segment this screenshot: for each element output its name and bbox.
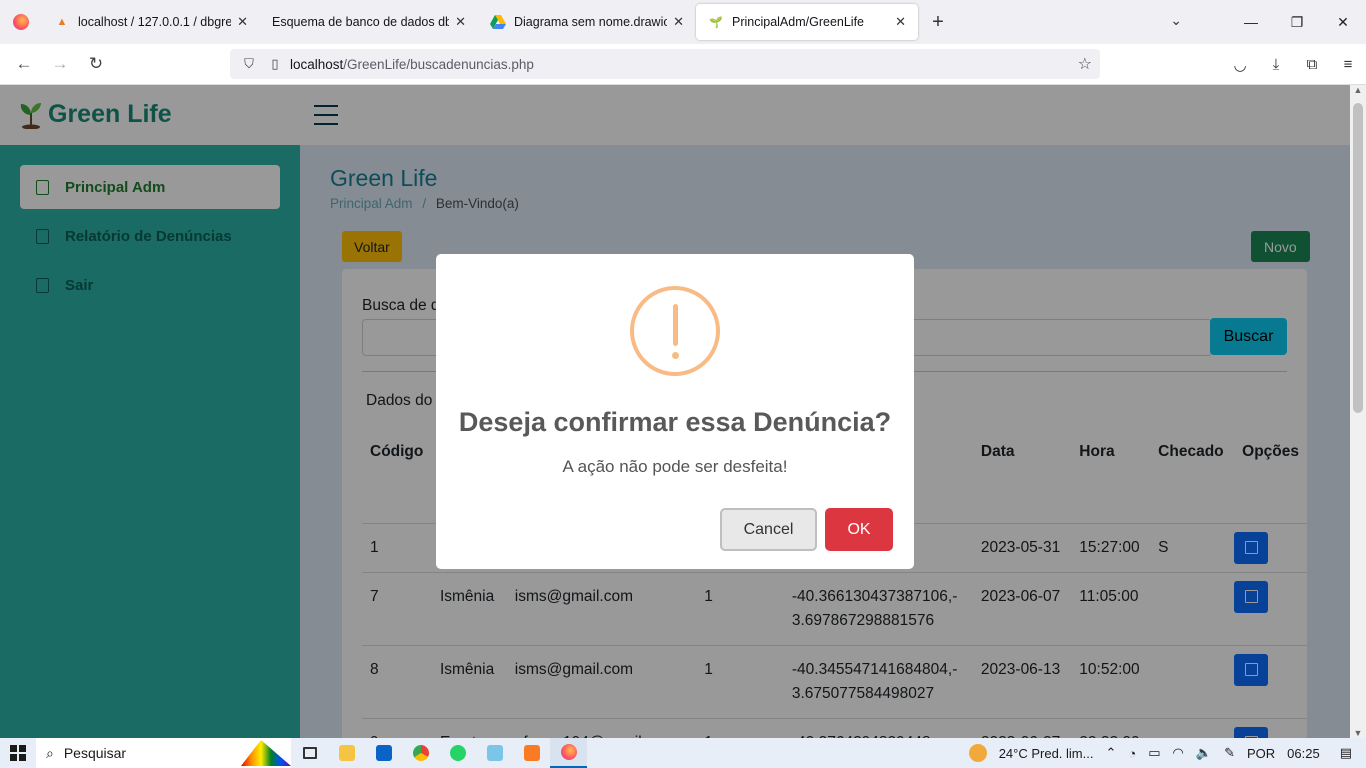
notifications-icon[interactable]: ▤ (1340, 745, 1352, 761)
scroll-thumb[interactable] (1353, 103, 1363, 413)
browser-tab-phpmyadmin[interactable]: ▲ localhost / 127.0.0.1 / dbgreenlife ✕ (42, 0, 260, 44)
close-tab-icon[interactable]: ✕ (455, 14, 466, 30)
task-view-icon[interactable] (291, 738, 328, 768)
notepad-icon[interactable] (476, 738, 513, 768)
chevron-up-icon[interactable]: ⌃ (1105, 745, 1116, 761)
browser-tab-active[interactable]: 🌱 PrincipalAdm/GreenLife ✕ (696, 4, 918, 40)
window-controls: — ❐ ✕ (1228, 0, 1366, 44)
google-drive-icon (490, 14, 506, 30)
dialog-text: A ação não pode ser desfeita! (562, 457, 788, 476)
scroll-down-icon[interactable]: ▼ (1350, 728, 1366, 738)
start-button[interactable] (0, 745, 36, 761)
dialog-title: Deseja confirmar essa Denúncia? (458, 407, 892, 437)
web-page: Green Life Principal Adm Relatório de De… (0, 85, 1350, 738)
browser-tab-esquema[interactable]: Esquema de banco de dados dbgreenlife ✕ (260, 0, 478, 44)
volume-icon[interactable]: 🔈 (1196, 745, 1212, 761)
browser-tab-drawio[interactable]: Diagrama sem nome.drawio - Google Drive … (478, 0, 696, 44)
wifi-icon[interactable]: ◠ (1173, 745, 1184, 761)
modal-backdrop[interactable]: Deseja confirmar essa Denúncia? A ação n… (0, 85, 1350, 738)
close-tab-icon[interactable]: ✕ (673, 14, 684, 30)
battery-icon[interactable]: ▭ (1148, 745, 1160, 761)
url-bar[interactable]: ⛉ ▯ localhost/GreenLife/buscadenuncias.p… (230, 49, 1100, 79)
pen-icon[interactable]: ✎ (1224, 745, 1235, 761)
taskbar-search[interactable]: ⌕ Pesquisar (36, 738, 291, 768)
firefox-taskbar-icon[interactable] (550, 738, 587, 768)
chrome-icon[interactable] (402, 738, 439, 768)
network-icon[interactable]: ◔ (1128, 746, 1136, 761)
restore-icon[interactable]: ❐ (1274, 14, 1320, 31)
close-tab-icon[interactable]: ✕ (895, 14, 906, 30)
page-scrollbar[interactable]: ▲ ▼ (1350, 85, 1366, 738)
browser-navbar: ← → ↻ ⛉ ▯ localhost/GreenLife/buscadenun… (0, 44, 1366, 85)
windows-taskbar: ⌕ Pesquisar 24°C Pred. lim... ⌃ ◔ ▭ ◠ 🔈 … (0, 738, 1366, 768)
close-tab-icon[interactable]: ✕ (237, 14, 248, 30)
close-window-icon[interactable]: ✕ (1320, 14, 1366, 31)
back-icon[interactable]: ← (6, 54, 42, 74)
reload-icon[interactable]: ↻ (78, 54, 114, 74)
warning-icon (630, 286, 720, 376)
downloads-icon[interactable]: ⤓ (1258, 56, 1294, 73)
shield-icon[interactable]: ⛉ (238, 56, 260, 72)
file-explorer-icon[interactable] (328, 738, 365, 768)
scroll-up-icon[interactable]: ▲ (1350, 85, 1366, 95)
clock[interactable]: 06:25 (1287, 746, 1320, 761)
bookmark-star-icon[interactable]: ☆ (1078, 54, 1092, 74)
ok-button[interactable]: OK (825, 508, 893, 551)
windows-icon (10, 745, 26, 761)
page-icon: ▯ (271, 56, 279, 71)
mail-icon[interactable] (365, 738, 402, 768)
forward-icon[interactable]: → (42, 54, 78, 74)
menu-icon[interactable]: ≡ (1330, 56, 1366, 73)
whatsapp-icon[interactable] (439, 738, 476, 768)
xampp-icon[interactable] (513, 738, 550, 768)
extensions-icon[interactable]: ⧉ (1294, 56, 1330, 73)
phpmyadmin-icon: ▲ (56, 16, 68, 28)
list-all-tabs-icon[interactable]: ⌄ (1170, 12, 1182, 29)
weather-icon[interactable] (968, 744, 987, 762)
system-tray: 24°C Pred. lim... ⌃ ◔ ▭ ◠ 🔈 ✎ POR 06:25 … (963, 738, 1366, 768)
browser-tab-strip: ▲ localhost / 127.0.0.1 / dbgreenlife ✕ … (0, 0, 1366, 44)
pocket-icon[interactable]: ◡ (1222, 56, 1258, 74)
pride-flag-icon (241, 740, 291, 766)
language-indicator[interactable]: POR (1247, 746, 1275, 761)
plant-icon: 🌱 (709, 16, 723, 29)
weather-text[interactable]: 24°C Pred. lim... (999, 746, 1094, 761)
search-icon: ⌕ (46, 744, 54, 761)
new-tab-icon[interactable]: + (918, 11, 958, 34)
nav-right-tools: ◡ ⤓ ⧉ ≡ (1222, 44, 1366, 85)
minimize-icon[interactable]: — (1228, 14, 1274, 30)
confirm-dialog: Deseja confirmar essa Denúncia? A ação n… (436, 254, 914, 569)
cancel-button[interactable]: Cancel (720, 508, 817, 551)
firefox-icon[interactable] (0, 0, 42, 44)
